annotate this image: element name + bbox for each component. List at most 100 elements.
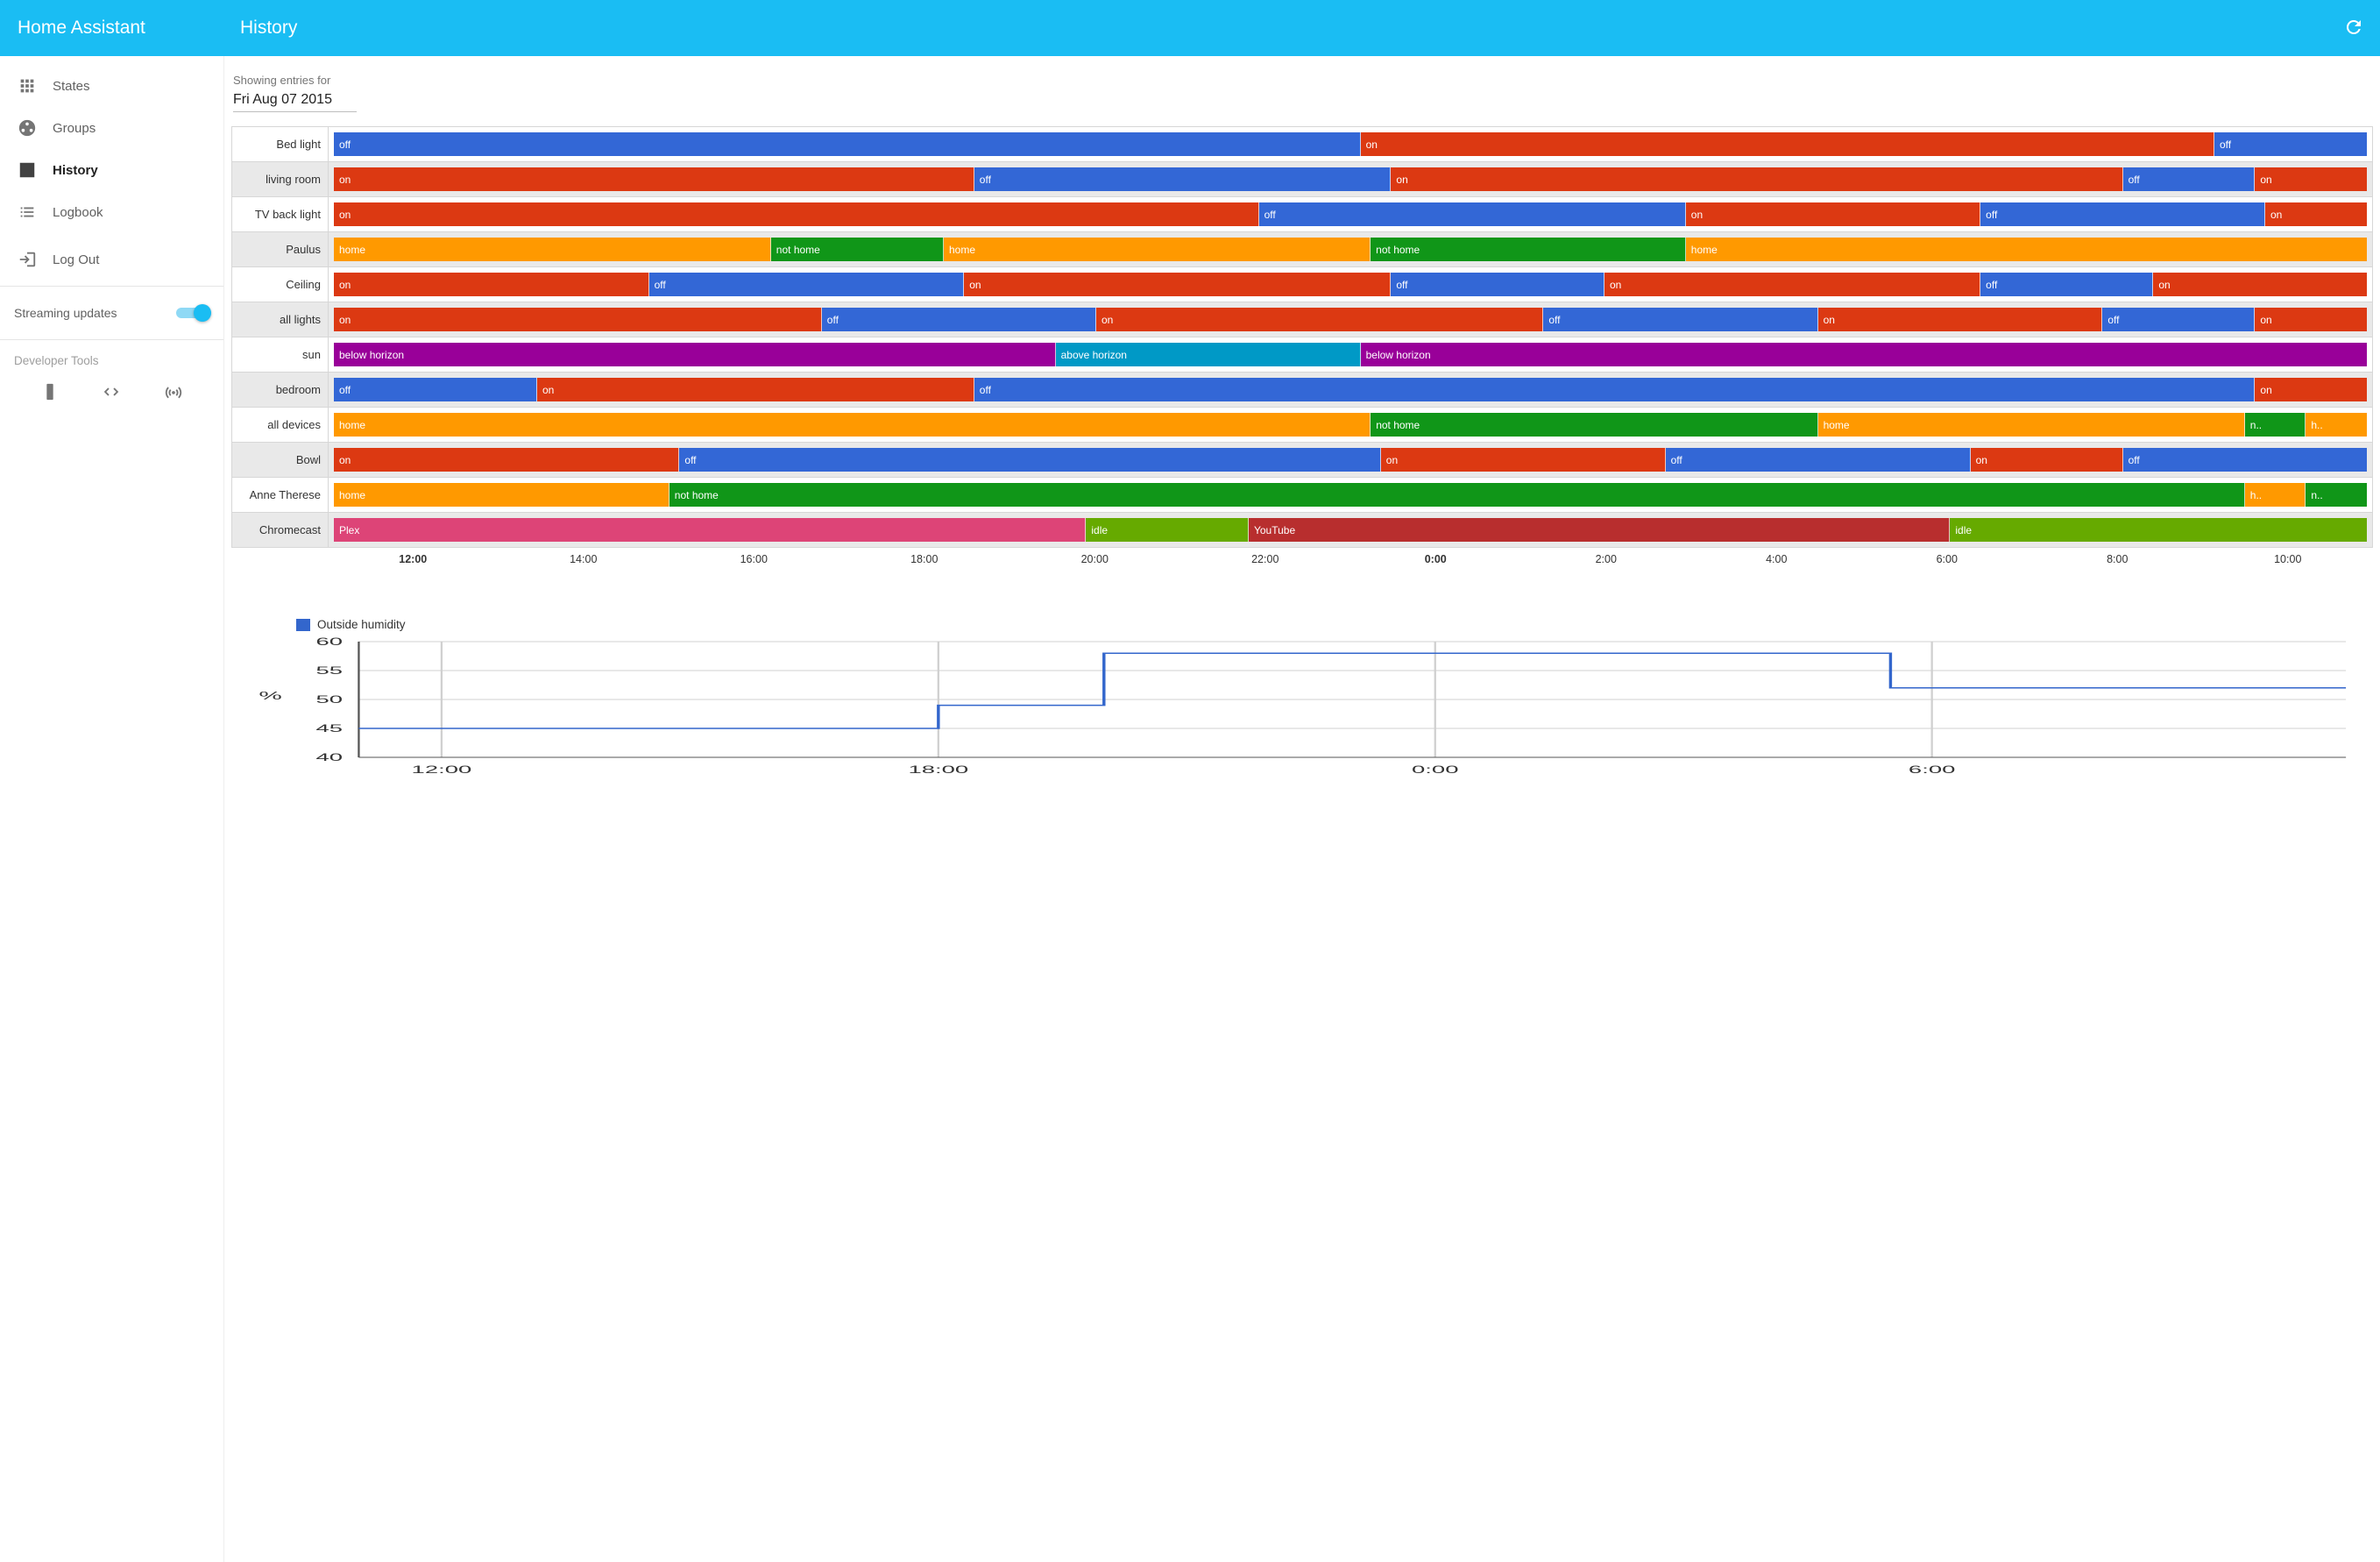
timeline-segment[interactable]: on	[964, 273, 1391, 296]
timeline-segment[interactable]: on	[334, 167, 974, 191]
timeline-row-label: bedroom	[232, 373, 329, 407]
sidebar-item-logbook[interactable]: Logbook	[0, 191, 223, 233]
timeline-segment[interactable]: on	[1686, 202, 1980, 226]
timeline-segment[interactable]: off	[334, 132, 1361, 156]
sidebar-item-label: History	[53, 163, 98, 178]
timeline-bar[interactable]: homenot homehomenot homehome	[334, 238, 2367, 261]
timeline-segment[interactable]: home	[334, 238, 771, 261]
refresh-button[interactable]	[2327, 0, 2380, 56]
timeline-segment[interactable]: on	[334, 308, 822, 331]
timeline-segment[interactable]: off	[679, 448, 1380, 472]
timeline-segment[interactable]: h..	[2306, 413, 2367, 437]
timeline-segment[interactable]: off	[1259, 202, 1686, 226]
timeline-row: living roomonoffonoffon	[232, 162, 2372, 197]
broadcast-icon[interactable]	[161, 380, 186, 404]
app-title: Home Assistant	[0, 18, 224, 39]
timeline-tick: 4:00	[1691, 553, 1862, 565]
date-picker[interactable]: Fri Aug 07 2015	[233, 89, 357, 112]
timeline-segment[interactable]: not home	[1371, 413, 1817, 437]
timeline-tick: 6:00	[1862, 553, 2033, 565]
timeline-segment[interactable]: idle	[1950, 518, 2367, 542]
timeline-segment[interactable]: n..	[2245, 413, 2306, 437]
timeline-segment[interactable]: on	[1818, 308, 2103, 331]
sidebar-item-states[interactable]: States	[0, 65, 223, 107]
timeline-segment[interactable]: on	[334, 448, 679, 472]
timeline-segment[interactable]: on	[1096, 308, 1543, 331]
timeline-row-label: Chromecast	[232, 513, 329, 547]
timeline-segment[interactable]: off	[974, 167, 1392, 191]
code-brackets-icon[interactable]	[99, 380, 124, 404]
apps-icon	[18, 76, 53, 96]
timeline-segment[interactable]: on	[2153, 273, 2367, 296]
timeline-segment[interactable]: h..	[2245, 483, 2306, 507]
remote-icon[interactable]	[38, 380, 62, 404]
timeline-bar[interactable]: onoffonoffon	[334, 202, 2367, 226]
timeline-row-label: Anne Therese	[232, 478, 329, 512]
timeline-segment[interactable]: not home	[669, 483, 2245, 507]
timeline-segment[interactable]: off	[974, 378, 2256, 401]
timeline-bar[interactable]: onoffonoffonoffon	[334, 273, 2367, 296]
timeline-segment[interactable]: below horizon	[334, 343, 1056, 366]
timeline-segment[interactable]: on	[334, 202, 1259, 226]
timeline-row: all lightsonoffonoffonoffon	[232, 302, 2372, 337]
svg-text:18:00: 18:00	[908, 764, 968, 776]
timeline-segment[interactable]: off	[2214, 132, 2367, 156]
sidebar-item-history[interactable]: History	[0, 149, 223, 191]
timeline-segment[interactable]: off	[1666, 448, 1971, 472]
timeline-segment[interactable]: off	[1543, 308, 1817, 331]
timeline-segment[interactable]: YouTube	[1249, 518, 1950, 542]
date-picker-label: Showing entries for	[233, 74, 2373, 87]
timeline-segment[interactable]: below horizon	[1361, 343, 2367, 366]
timeline-segment[interactable]: on	[1971, 448, 2123, 472]
timeline-bar[interactable]: offonoffon	[334, 378, 2367, 401]
divider	[0, 339, 223, 340]
timeline-segment[interactable]: on	[334, 273, 649, 296]
timeline-bar[interactable]: homenot homeh..n..	[334, 483, 2367, 507]
timeline-segment[interactable]: not home	[1371, 238, 1686, 261]
timeline-segment[interactable]: on	[2265, 202, 2367, 226]
sidebar-item-logout[interactable]: Log Out	[0, 238, 223, 280]
timeline-row: all deviceshomenot homehomen..h..	[232, 408, 2372, 443]
streaming-toggle[interactable]	[176, 303, 211, 323]
timeline-bar[interactable]: below horizonabove horizonbelow horizon	[334, 343, 2367, 366]
svg-text:40: 40	[316, 752, 344, 763]
timeline-segment[interactable]: on	[1361, 132, 2214, 156]
timeline-segment[interactable]: above horizon	[1056, 343, 1361, 366]
timeline-segment[interactable]: home	[1818, 413, 2245, 437]
timeline-bar[interactable]: offonoff	[334, 132, 2367, 156]
timeline-segment[interactable]: on	[1391, 167, 2122, 191]
timeline-bar[interactable]: PlexidleYouTubeidle	[334, 518, 2367, 542]
timeline-segment[interactable]: on	[2255, 308, 2367, 331]
timeline-bar[interactable]: onoffonoffon	[334, 167, 2367, 191]
timeline-segment[interactable]: off	[334, 378, 537, 401]
timeline-segment[interactable]: home	[334, 413, 1371, 437]
timeline-segment[interactable]: not home	[771, 238, 944, 261]
timeline-segment[interactable]: Plex	[334, 518, 1086, 542]
timeline-segment[interactable]: off	[2123, 167, 2256, 191]
timeline-tick: 2:00	[1521, 553, 1692, 565]
timeline-row-label: all devices	[232, 408, 329, 442]
timeline-segment[interactable]: on	[537, 378, 974, 401]
timeline-segment[interactable]: on	[2255, 378, 2367, 401]
timeline-segment[interactable]: on	[2255, 167, 2367, 191]
timeline-segment[interactable]: on	[1381, 448, 1666, 472]
timeline-bar[interactable]: homenot homehomen..h..	[334, 413, 2367, 437]
timeline-segment[interactable]: idle	[1086, 518, 1249, 542]
timeline-segment[interactable]: off	[2123, 448, 2367, 472]
timeline-segment[interactable]: off	[649, 273, 965, 296]
timeline-segment[interactable]: home	[334, 483, 669, 507]
timeline-segment[interactable]: n..	[2306, 483, 2367, 507]
timeline-bar[interactable]: onoffonoffonoffon	[334, 308, 2367, 331]
timeline-segment[interactable]: off	[822, 308, 1096, 331]
svg-text:45: 45	[316, 723, 344, 735]
timeline-segment[interactable]: off	[1391, 273, 1604, 296]
timeline-segment[interactable]: off	[2102, 308, 2255, 331]
timeline-row-label: Ceiling	[232, 267, 329, 302]
timeline-segment[interactable]: on	[1604, 273, 1980, 296]
timeline-segment[interactable]: home	[1686, 238, 2367, 261]
timeline-segment[interactable]: off	[1980, 273, 2153, 296]
timeline-segment[interactable]: home	[944, 238, 1371, 261]
timeline-segment[interactable]: off	[1980, 202, 2265, 226]
sidebar-item-groups[interactable]: Groups	[0, 107, 223, 149]
timeline-bar[interactable]: onoffonoffonoff	[334, 448, 2367, 472]
